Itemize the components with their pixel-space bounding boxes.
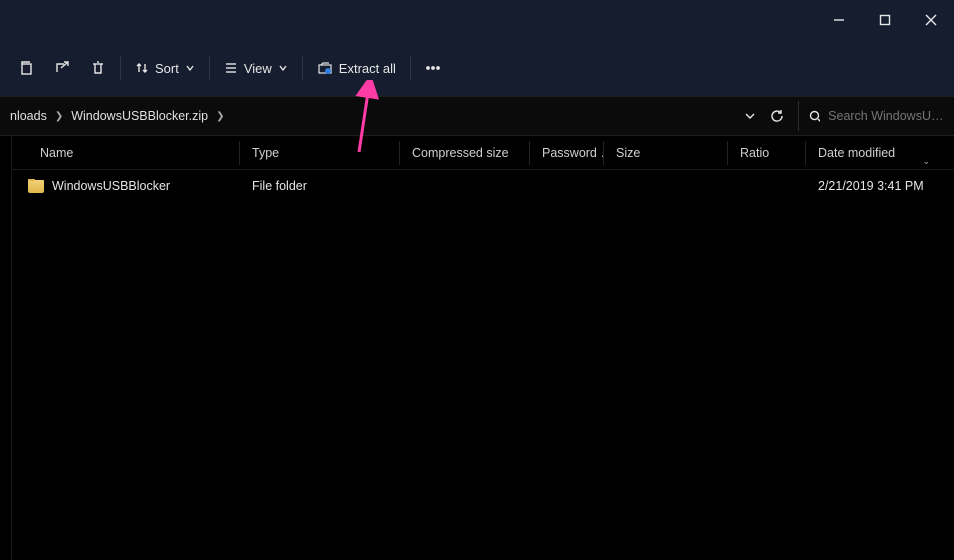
table-row[interactable]: WindowsUSBBlocker File folder 2/21/2019 … [12,174,954,198]
column-header-ratio[interactable]: Ratio [728,141,806,165]
delete-button[interactable] [80,50,116,86]
maximize-button[interactable] [862,0,908,40]
file-date: 2/21/2019 3:41 PM [806,179,954,193]
chevron-right-icon: ❯ [49,111,69,122]
minimize-button[interactable] [816,0,862,40]
titlebar [0,0,954,40]
column-header-compressed-size[interactable]: Compressed size [400,141,530,165]
extract-all-label: Extract all [339,61,396,76]
column-headers: Name Type Compressed size Password … Siz… [12,136,954,170]
separator [410,56,411,80]
address-bar: nloads ❯ WindowsUSBBlocker.zip ❯ [0,96,954,136]
rows-container: WindowsUSBBlocker File folder 2/21/2019 … [12,170,954,560]
copy-button[interactable] [8,50,44,86]
separator [209,56,210,80]
chevron-down-icon [278,63,288,73]
file-name: WindowsUSBBlocker [52,179,170,193]
view-button[interactable]: View [214,50,298,86]
more-button[interactable] [415,50,451,86]
list-icon [224,61,238,75]
sort-indicator-icon: ⌄ [922,156,930,165]
file-type: File folder [240,179,400,193]
separator [120,56,121,80]
nav-pane [0,136,12,560]
close-button[interactable] [908,0,954,40]
chevron-right-icon: ❯ [210,111,230,122]
column-header-type[interactable]: Type [240,141,400,165]
content-area: Name Type Compressed size Password … Siz… [0,136,954,560]
share-button[interactable] [44,50,80,86]
breadcrumb-segment[interactable]: WindowsUSBBlocker.zip [69,109,210,123]
chevron-down-icon [185,63,195,73]
column-header-size[interactable]: Size [604,141,728,165]
toolbar: Sort View Extract all [0,40,954,96]
separator [302,56,303,80]
column-header-name[interactable]: Name [12,141,240,165]
search-input[interactable] [828,109,944,123]
extract-icon [317,60,333,76]
view-label: View [244,61,272,76]
search-icon [809,110,820,123]
sort-icon [135,61,149,75]
file-list: Name Type Compressed size Password … Siz… [12,136,954,560]
sort-button[interactable]: Sort [125,50,205,86]
breadcrumb[interactable]: nloads ❯ WindowsUSBBlocker.zip ❯ [0,109,730,123]
extract-all-button[interactable]: Extract all [307,50,406,86]
sort-label: Sort [155,61,179,76]
chevron-down-icon[interactable] [744,110,756,122]
refresh-button[interactable] [770,109,784,123]
column-header-password[interactable]: Password … [530,141,604,165]
folder-icon [28,180,44,193]
column-header-date[interactable]: Date modified ⌄ [806,141,954,165]
more-icon [425,60,441,76]
search-box[interactable] [798,101,954,131]
breadcrumb-segment[interactable]: nloads [8,109,49,123]
